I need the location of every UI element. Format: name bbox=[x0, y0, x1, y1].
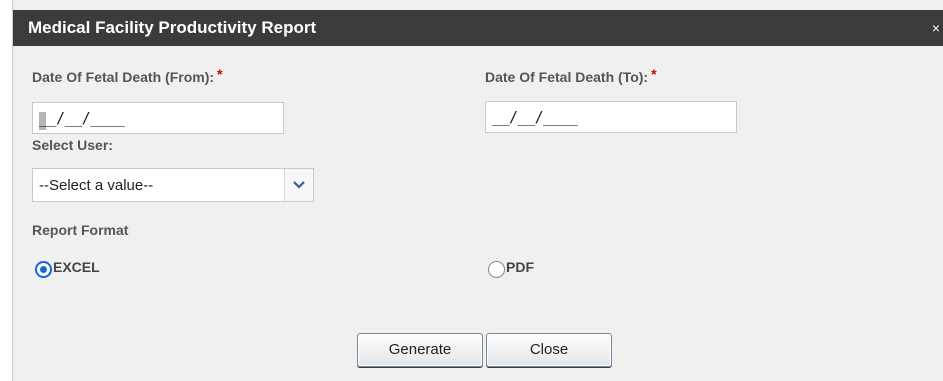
date-to-input[interactable]: __/__/____ bbox=[485, 101, 737, 133]
excel-radio-label[interactable]: EXCEL bbox=[53, 259, 100, 275]
dropdown-toggle[interactable] bbox=[284, 169, 313, 201]
date-to-mask: __/__/____ bbox=[492, 108, 578, 126]
required-marker: * bbox=[217, 66, 223, 82]
dialog-titlebar: Medical Facility Productivity Report × bbox=[13, 10, 943, 46]
excel-radio[interactable] bbox=[35, 261, 52, 278]
date-from-mask: __/__/____ bbox=[39, 109, 125, 127]
report-dialog: Medical Facility Productivity Report × D… bbox=[12, 0, 943, 381]
select-user-value: --Select a value-- bbox=[39, 177, 154, 194]
dialog-title: Medical Facility Productivity Report bbox=[28, 18, 317, 37]
date-to-label-text: Date Of Fetal Death (To): bbox=[485, 69, 649, 85]
pdf-radio[interactable] bbox=[488, 261, 505, 278]
date-from-label-text: Date Of Fetal Death (From): bbox=[32, 69, 215, 85]
select-user-label: Select User: bbox=[32, 137, 113, 153]
generate-button[interactable]: Generate bbox=[357, 333, 483, 367]
required-marker: * bbox=[651, 66, 657, 82]
select-user-dropdown[interactable]: --Select a value-- bbox=[32, 168, 314, 202]
chevron-down-icon bbox=[293, 181, 305, 189]
date-from-input[interactable]: __/__/____ bbox=[32, 102, 284, 134]
date-to-label: Date Of Fetal Death (To): * bbox=[485, 66, 657, 85]
pdf-radio-label[interactable]: PDF bbox=[506, 259, 534, 275]
close-icon[interactable]: × bbox=[932, 10, 940, 46]
date-from-label: Date Of Fetal Death (From): * bbox=[32, 66, 223, 85]
report-format-label: Report Format bbox=[32, 222, 129, 238]
close-button[interactable]: Close bbox=[486, 333, 612, 367]
